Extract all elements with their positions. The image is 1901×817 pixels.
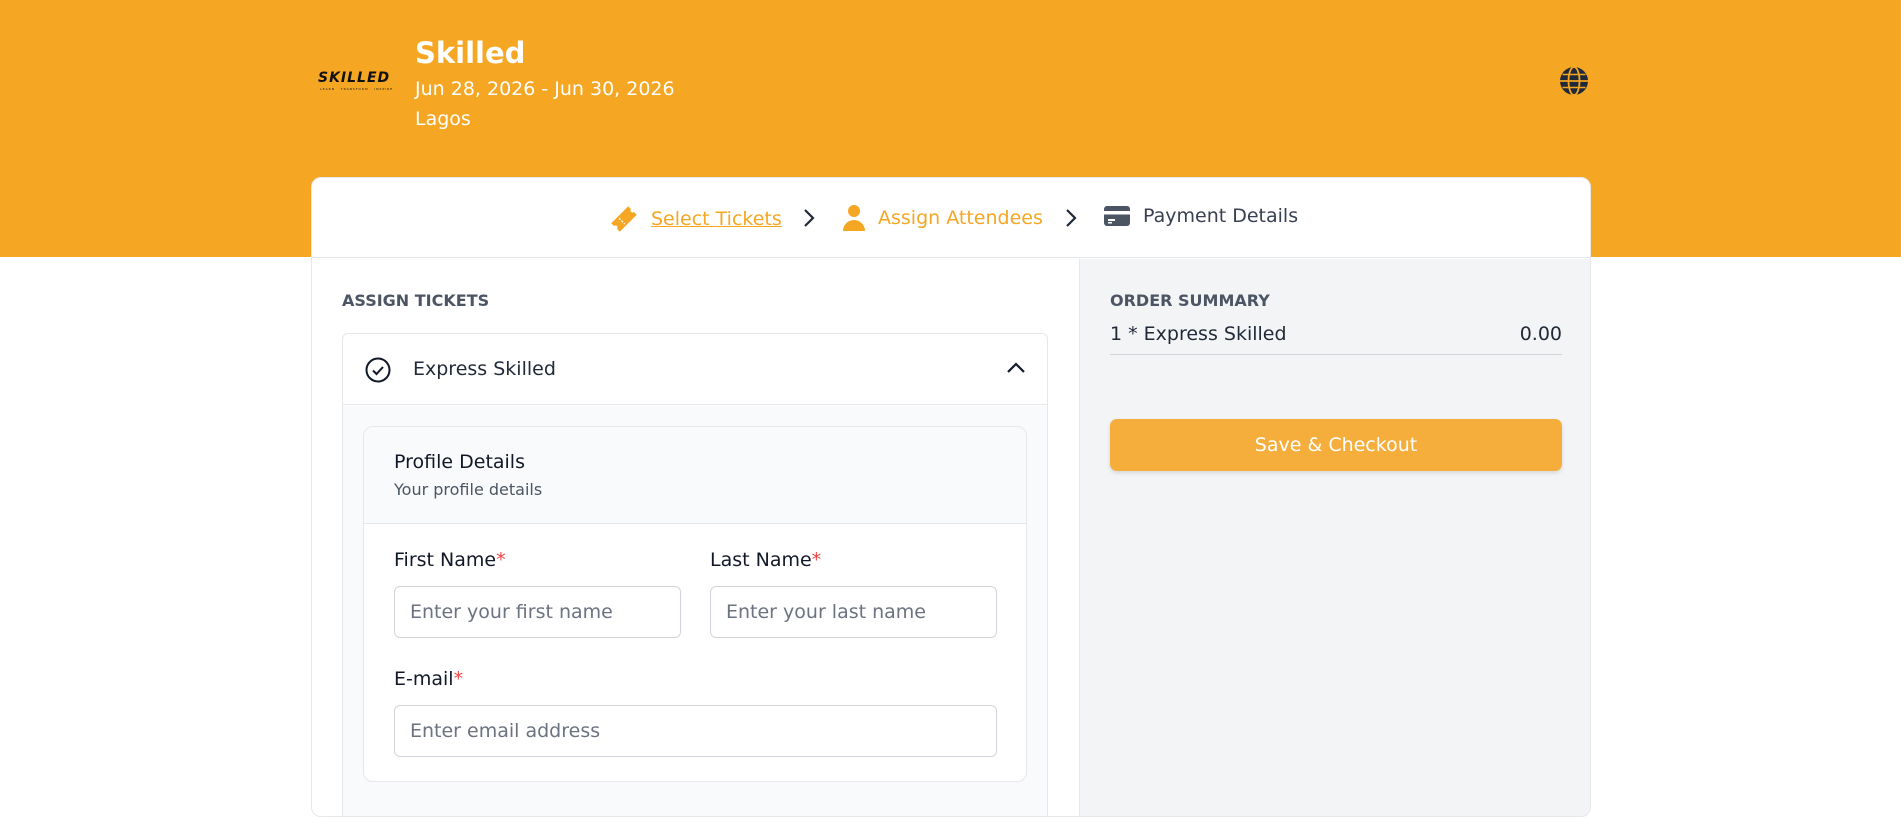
summary-line-item: 1 * Express Skilled 0.00 — [1110, 317, 1562, 355]
step-select-tickets-label: Select Tickets — [651, 208, 782, 230]
email-label: E-mail* — [394, 668, 464, 690]
chevron-up-icon[interactable] — [1006, 360, 1026, 374]
globe-icon[interactable] — [1559, 66, 1589, 96]
credit-card-icon — [1104, 206, 1130, 226]
required-mark: * — [811, 549, 822, 571]
step-assign-attendees-label: Assign Attendees — [878, 207, 1043, 229]
chevron-right-icon — [1066, 209, 1077, 227]
summary-item-label: 1 * Express Skilled — [1110, 323, 1287, 345]
event-title: Skilled — [415, 36, 526, 70]
logo-tagline: LEARN · TRANSFORM · INSPIRE — [320, 87, 394, 91]
ticket-name: Express Skilled — [413, 358, 556, 380]
event-location: Lagos — [415, 108, 471, 130]
logo-text: SKILLED — [318, 70, 391, 86]
check-circle-icon — [365, 357, 391, 383]
ticket-accordion: Express Skilled Profile Details Your pro… — [342, 333, 1048, 816]
profile-details-title: Profile Details — [394, 451, 525, 473]
ticket-icon — [611, 206, 637, 232]
email-input[interactable] — [394, 705, 997, 757]
step-select-tickets[interactable]: Select Tickets — [609, 204, 782, 234]
step-assign-attendees[interactable]: Assign Attendees — [842, 204, 1043, 232]
profile-details-subtitle: Your profile details — [394, 480, 543, 499]
required-mark: * — [453, 668, 464, 690]
ticket-accordion-body: Profile Details Your profile details Fir… — [343, 406, 1047, 816]
person-icon — [843, 205, 865, 231]
first-name-label: First Name* — [394, 549, 506, 571]
step-payment-details-label: Payment Details — [1143, 205, 1299, 227]
last-name-input[interactable] — [710, 586, 997, 638]
event-logo: SKILLED LEARN · TRANSFORM · INSPIRE — [318, 70, 392, 94]
required-mark: * — [496, 549, 506, 571]
assign-tickets-title: ASSIGN TICKETS — [342, 291, 490, 310]
summary-item-price: 0.00 — [1519, 323, 1562, 345]
order-summary-panel: ORDER SUMMARY 1 * Express Skilled 0.00 S… — [1079, 259, 1590, 816]
assign-tickets-panel: ASSIGN TICKETS Express Skilled Profile D… — [312, 259, 1079, 816]
ticket-accordion-header[interactable]: Express Skilled — [343, 334, 1047, 405]
chevron-right-icon — [804, 209, 815, 227]
profile-details-card: Profile Details Your profile details Fir… — [363, 426, 1027, 782]
event-dates: Jun 28, 2026 - Jun 30, 2026 — [415, 78, 675, 100]
order-summary-title: ORDER SUMMARY — [1110, 291, 1270, 310]
first-name-input[interactable] — [394, 586, 681, 638]
checkout-card: Select Tickets Assign Attendees Payment … — [311, 177, 1591, 817]
checkout-stepper: Select Tickets Assign Attendees Payment … — [312, 178, 1590, 258]
profile-details-header: Profile Details Your profile details — [364, 427, 1026, 524]
last-name-label: Last Name* — [710, 549, 822, 571]
save-checkout-button[interactable]: Save & Checkout — [1110, 419, 1562, 471]
step-payment-details[interactable]: Payment Details — [1103, 204, 1298, 228]
